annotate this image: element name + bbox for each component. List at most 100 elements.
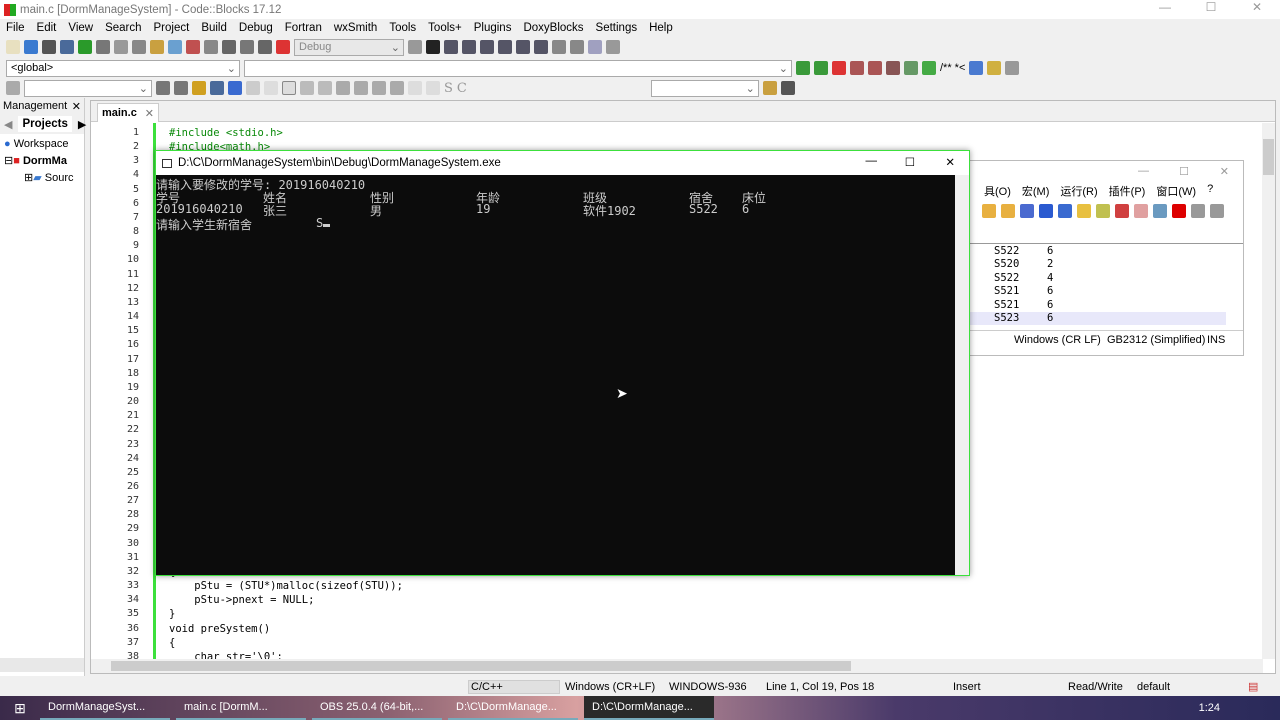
clock[interactable]: 1:24	[1199, 702, 1220, 714]
horizontal-scrollbar[interactable]	[91, 659, 1263, 673]
menu-doxyblocks[interactable]: DoxyBlocks	[523, 22, 583, 34]
function-select[interactable]: ⌄	[244, 59, 792, 77]
maximize-button[interactable]: ☐	[1188, 0, 1234, 14]
menu-tools[interactable]: Tools+	[428, 22, 462, 34]
bg-menu-item[interactable]: 窗口(W)	[1156, 183, 1196, 200]
widget-icon[interactable]	[300, 81, 314, 95]
code-line[interactable]: }	[169, 608, 175, 620]
step-instruction-icon[interactable]	[534, 40, 548, 54]
bg-menu-item[interactable]: 具(O)	[984, 183, 1011, 200]
widget-icon[interactable]	[282, 81, 296, 95]
taskbar-item[interactable]: D:\C\DormManage...	[448, 696, 578, 720]
menu-fortran[interactable]: Fortran	[285, 22, 322, 34]
taskbar-item[interactable]: DormManageSyst...	[40, 696, 170, 720]
settings-icon[interactable]	[780, 81, 795, 95]
vertical-scrollbar[interactable]	[955, 175, 969, 575]
block-comment-icon[interactable]: /** *<	[940, 62, 965, 74]
minimize-button[interactable]: —	[1142, 0, 1188, 14]
bg-menu-item[interactable]: 运行(R)	[1060, 183, 1097, 200]
bookmark-toggle-icon[interactable]	[832, 61, 846, 75]
jump-forward-icon[interactable]	[814, 61, 828, 75]
search-tag-icon[interactable]	[6, 81, 20, 95]
zoom-in-icon[interactable]	[408, 81, 422, 95]
highlight-icon[interactable]	[192, 81, 206, 95]
zoom-out-icon[interactable]	[426, 81, 440, 95]
close-button[interactable]: ✕	[1234, 0, 1280, 14]
undo-icon[interactable]	[78, 40, 92, 54]
bg-menu-item[interactable]: ?	[1207, 183, 1213, 200]
code-line[interactable]: pStu->pnext = NULL;	[169, 594, 314, 606]
tab-prev-icon[interactable]: ◀	[4, 118, 12, 131]
bg-menu-item[interactable]: 插件(P)	[1109, 183, 1146, 200]
widget-icon[interactable]	[336, 81, 350, 95]
redo-icon[interactable]	[96, 40, 110, 54]
replace-icon[interactable]	[186, 40, 200, 54]
widget-icon[interactable]	[372, 81, 386, 95]
widget-icon[interactable]	[318, 81, 332, 95]
step-into-icon[interactable]	[480, 40, 494, 54]
match-case-icon[interactable]	[228, 81, 242, 95]
html-docs-icon[interactable]	[969, 61, 984, 75]
doxy-extract-icon[interactable]	[922, 61, 936, 75]
save-icon[interactable]	[42, 40, 56, 54]
info-icon[interactable]	[606, 40, 620, 54]
build-target-select[interactable]: Debug ⌄	[294, 38, 404, 56]
next-instruction-icon[interactable]	[516, 40, 530, 54]
c-icon[interactable]: C	[457, 81, 467, 96]
doxy-config-icon[interactable]	[1005, 61, 1020, 75]
console-window[interactable]: D:\C\DormManageSystem\bin\Debug\DormMana…	[155, 150, 970, 576]
vertical-scrollbar[interactable]	[1262, 123, 1275, 659]
tab-next-icon[interactable]: ▶	[78, 118, 86, 131]
pause-icon[interactable]	[552, 40, 566, 54]
console-input[interactable]: S	[316, 216, 331, 230]
close-icon[interactable]: ✕	[72, 100, 81, 113]
code-line[interactable]: void preSystem()	[169, 623, 270, 635]
menu-tools[interactable]: Tools	[389, 22, 416, 34]
stop-debug-icon[interactable]	[570, 40, 584, 54]
menu-wxsmith[interactable]: wxSmith	[334, 22, 377, 34]
cut-icon[interactable]	[114, 40, 128, 54]
minimize-button[interactable]: —	[866, 155, 878, 167]
selected-text-icon[interactable]	[210, 81, 224, 95]
new-file-icon[interactable]	[6, 40, 20, 54]
maximize-button[interactable]: ☐	[905, 155, 915, 169]
tab-main-c[interactable]: main.c ✕	[97, 103, 159, 122]
s-icon[interactable]: S	[444, 81, 453, 96]
build-run-icon[interactable]	[240, 40, 254, 54]
bookmark-clear-icon[interactable]	[886, 61, 900, 75]
taskbar-item[interactable]: D:\C\DormManage...	[584, 696, 714, 720]
abort-icon[interactable]	[276, 40, 290, 54]
search-input[interactable]: ⌄	[24, 79, 152, 97]
menu-debug[interactable]: Debug	[239, 22, 273, 34]
target-options-icon[interactable]	[408, 40, 422, 54]
menu-build[interactable]: Build	[201, 22, 227, 34]
find-icon[interactable]	[168, 40, 182, 54]
build-icon[interactable]	[204, 40, 218, 54]
code-line[interactable]: {	[169, 637, 175, 649]
bg-menu-item[interactable]: 宏(M)	[1022, 183, 1050, 200]
tree-item-project[interactable]: ⊟■ DormMa	[4, 153, 80, 170]
tree-item-sources[interactable]: ⊞▰ Sourc	[4, 170, 80, 187]
menu-edit[interactable]: Edit	[37, 22, 57, 34]
chm-docs-icon[interactable]	[987, 61, 1002, 75]
symbol-select[interactable]: ⌄	[650, 79, 759, 97]
doxy-wizard-icon[interactable]	[904, 61, 918, 75]
close-icon[interactable]: ✕	[145, 107, 154, 120]
menu-file[interactable]: File	[6, 22, 25, 34]
horizontal-scrollbar[interactable]	[0, 658, 84, 672]
next-line-icon[interactable]	[462, 40, 476, 54]
code-line[interactable]: pStu = (STU*)malloc(sizeof(STU));	[169, 580, 403, 592]
forward-arrow-icon[interactable]	[174, 81, 188, 95]
regex-icon[interactable]	[246, 81, 260, 95]
save-all-icon[interactable]	[60, 40, 74, 54]
background-editor-window[interactable]: ✕ ☐ — 具(O) 宏(M) 运行(R) 插件(P) 窗口(W)? S522 6 S520 2 S…	[969, 160, 1244, 356]
bookmark-prev-icon[interactable]	[850, 61, 864, 75]
start-icon[interactable]: ⊞	[0, 700, 40, 717]
widget-icon[interactable]	[354, 81, 368, 95]
back-arrow-icon[interactable]	[156, 81, 170, 95]
tree-item-workspace[interactable]: ● Workspace	[4, 136, 80, 153]
widget-icon[interactable]	[390, 81, 404, 95]
paste-icon[interactable]	[150, 40, 164, 54]
menu-project[interactable]: Project	[154, 22, 190, 34]
run-to-cursor-icon[interactable]	[444, 40, 458, 54]
